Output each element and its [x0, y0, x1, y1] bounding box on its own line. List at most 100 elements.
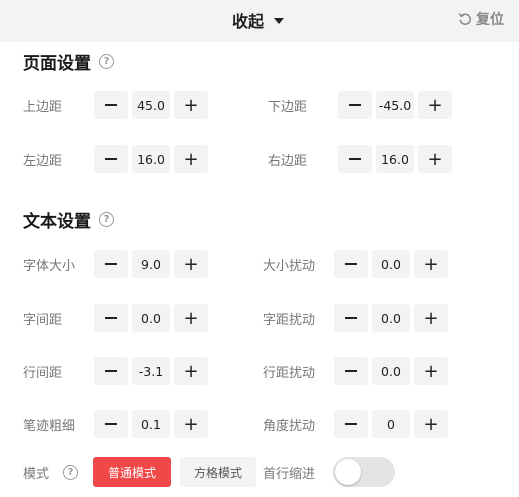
plus-icon: + — [423, 253, 439, 275]
mode-label: 模式 — [23, 466, 50, 482]
decrement-button[interactable] — [334, 304, 368, 332]
collapse-button[interactable]: 收起 — [232, 9, 285, 31]
decrement-button[interactable] — [338, 91, 372, 119]
char-spacing-jitter-stepper: 0.0 + — [334, 304, 448, 332]
line-spacing-value[interactable]: -3.1 — [132, 357, 170, 385]
minus-icon — [105, 104, 117, 106]
left-margin-stepper: 16.0 + — [94, 145, 208, 173]
char-spacing-jitter-value[interactable]: 0.0 — [372, 304, 410, 332]
plus-icon: + — [427, 148, 443, 170]
minus-icon — [345, 370, 357, 372]
increment-button[interactable]: + — [414, 250, 448, 278]
char-spacing-label: 字间距 — [23, 312, 63, 328]
increment-button[interactable]: + — [414, 357, 448, 385]
normal-mode-button[interactable]: 普通模式 — [93, 457, 171, 487]
plus-icon: + — [423, 413, 439, 435]
increment-button[interactable]: + — [174, 91, 208, 119]
decrement-button[interactable] — [94, 357, 128, 385]
angle-jitter-label: 角度扰动 — [263, 418, 316, 434]
minus-icon — [345, 263, 357, 265]
plus-icon: + — [183, 94, 199, 116]
minus-icon — [345, 423, 357, 425]
minus-icon — [105, 158, 117, 160]
text-settings-title: 文本设置 — [23, 212, 91, 232]
plus-icon: + — [183, 307, 199, 329]
plus-icon: + — [183, 360, 199, 382]
right-margin-label: 右边距 — [268, 153, 308, 169]
line-spacing-jitter-label: 行距扰动 — [263, 365, 316, 381]
line-spacing-jitter-value[interactable]: 0.0 — [372, 357, 410, 385]
line-spacing-label: 行间距 — [23, 365, 63, 381]
size-jitter-stepper: 0.0 + — [334, 250, 448, 278]
top-margin-value[interactable]: 45.0 — [132, 91, 170, 119]
increment-button[interactable]: + — [418, 145, 452, 173]
top-margin-label: 上边距 — [23, 99, 63, 115]
increment-button[interactable]: + — [174, 250, 208, 278]
toggle-knob — [335, 459, 361, 485]
angle-jitter-stepper: 0 + — [334, 410, 448, 438]
top-margin-stepper: 45.0 + — [94, 91, 208, 119]
stroke-width-label: 笔迹粗细 — [23, 418, 76, 434]
bottom-margin-label: 下边距 — [268, 99, 308, 115]
minus-icon — [349, 158, 361, 160]
font-size-value[interactable]: 9.0 — [132, 250, 170, 278]
minus-icon — [105, 423, 117, 425]
left-margin-label: 左边距 — [23, 153, 63, 169]
help-icon[interactable]: ? — [63, 465, 78, 480]
decrement-button[interactable] — [94, 410, 128, 438]
increment-button[interactable]: + — [174, 145, 208, 173]
angle-jitter-value[interactable]: 0 — [372, 410, 410, 438]
size-jitter-label: 大小扰动 — [263, 258, 316, 274]
plus-icon: + — [423, 360, 439, 382]
page-settings-header: 页面设置 ? — [23, 49, 114, 74]
reset-button[interactable]: 复位 — [458, 9, 504, 29]
plus-icon: + — [183, 253, 199, 275]
reset-icon — [458, 13, 471, 25]
stroke-width-value[interactable]: 0.1 — [132, 410, 170, 438]
increment-button[interactable]: + — [174, 357, 208, 385]
decrement-button[interactable] — [334, 250, 368, 278]
font-size-label: 字体大小 — [23, 258, 76, 274]
first-line-indent-toggle[interactable] — [333, 457, 395, 487]
page-settings-title: 页面设置 — [23, 54, 91, 74]
reset-label: 复位 — [476, 12, 504, 28]
size-jitter-value[interactable]: 0.0 — [372, 250, 410, 278]
decrement-button[interactable] — [334, 410, 368, 438]
decrement-button[interactable] — [94, 145, 128, 173]
plus-icon: + — [423, 307, 439, 329]
plus-icon: + — [183, 413, 199, 435]
decrement-button[interactable] — [94, 304, 128, 332]
decrement-button[interactable] — [334, 357, 368, 385]
minus-icon — [345, 317, 357, 319]
plus-icon: + — [183, 148, 199, 170]
top-bar: 收起 复位 — [0, 0, 519, 42]
increment-button[interactable]: + — [414, 304, 448, 332]
plus-icon: + — [427, 94, 443, 116]
collapse-label: 收起 — [232, 12, 265, 31]
right-margin-stepper: 16.0 + — [338, 145, 452, 173]
decrement-button[interactable] — [338, 145, 372, 173]
increment-button[interactable]: + — [174, 304, 208, 332]
char-spacing-value[interactable]: 0.0 — [132, 304, 170, 332]
minus-icon — [105, 370, 117, 372]
help-icon[interactable]: ? — [99, 54, 114, 69]
grid-mode-button[interactable]: 方格模式 — [180, 457, 256, 487]
bottom-margin-value[interactable]: -45.0 — [376, 91, 414, 119]
stroke-width-stepper: 0.1 + — [94, 410, 208, 438]
left-margin-value[interactable]: 16.0 — [132, 145, 170, 173]
minus-icon — [349, 104, 361, 106]
minus-icon — [105, 263, 117, 265]
font-size-stepper: 9.0 + — [94, 250, 208, 278]
bottom-margin-stepper: -45.0 + — [338, 91, 452, 119]
decrement-button[interactable] — [94, 250, 128, 278]
char-spacing-stepper: 0.0 + — [94, 304, 208, 332]
line-spacing-jitter-stepper: 0.0 + — [334, 357, 448, 385]
minus-icon — [105, 317, 117, 319]
help-icon[interactable]: ? — [99, 212, 114, 227]
increment-button[interactable]: + — [414, 410, 448, 438]
right-margin-value[interactable]: 16.0 — [376, 145, 414, 173]
caret-down-icon — [274, 18, 285, 24]
decrement-button[interactable] — [94, 91, 128, 119]
increment-button[interactable]: + — [174, 410, 208, 438]
increment-button[interactable]: + — [418, 91, 452, 119]
